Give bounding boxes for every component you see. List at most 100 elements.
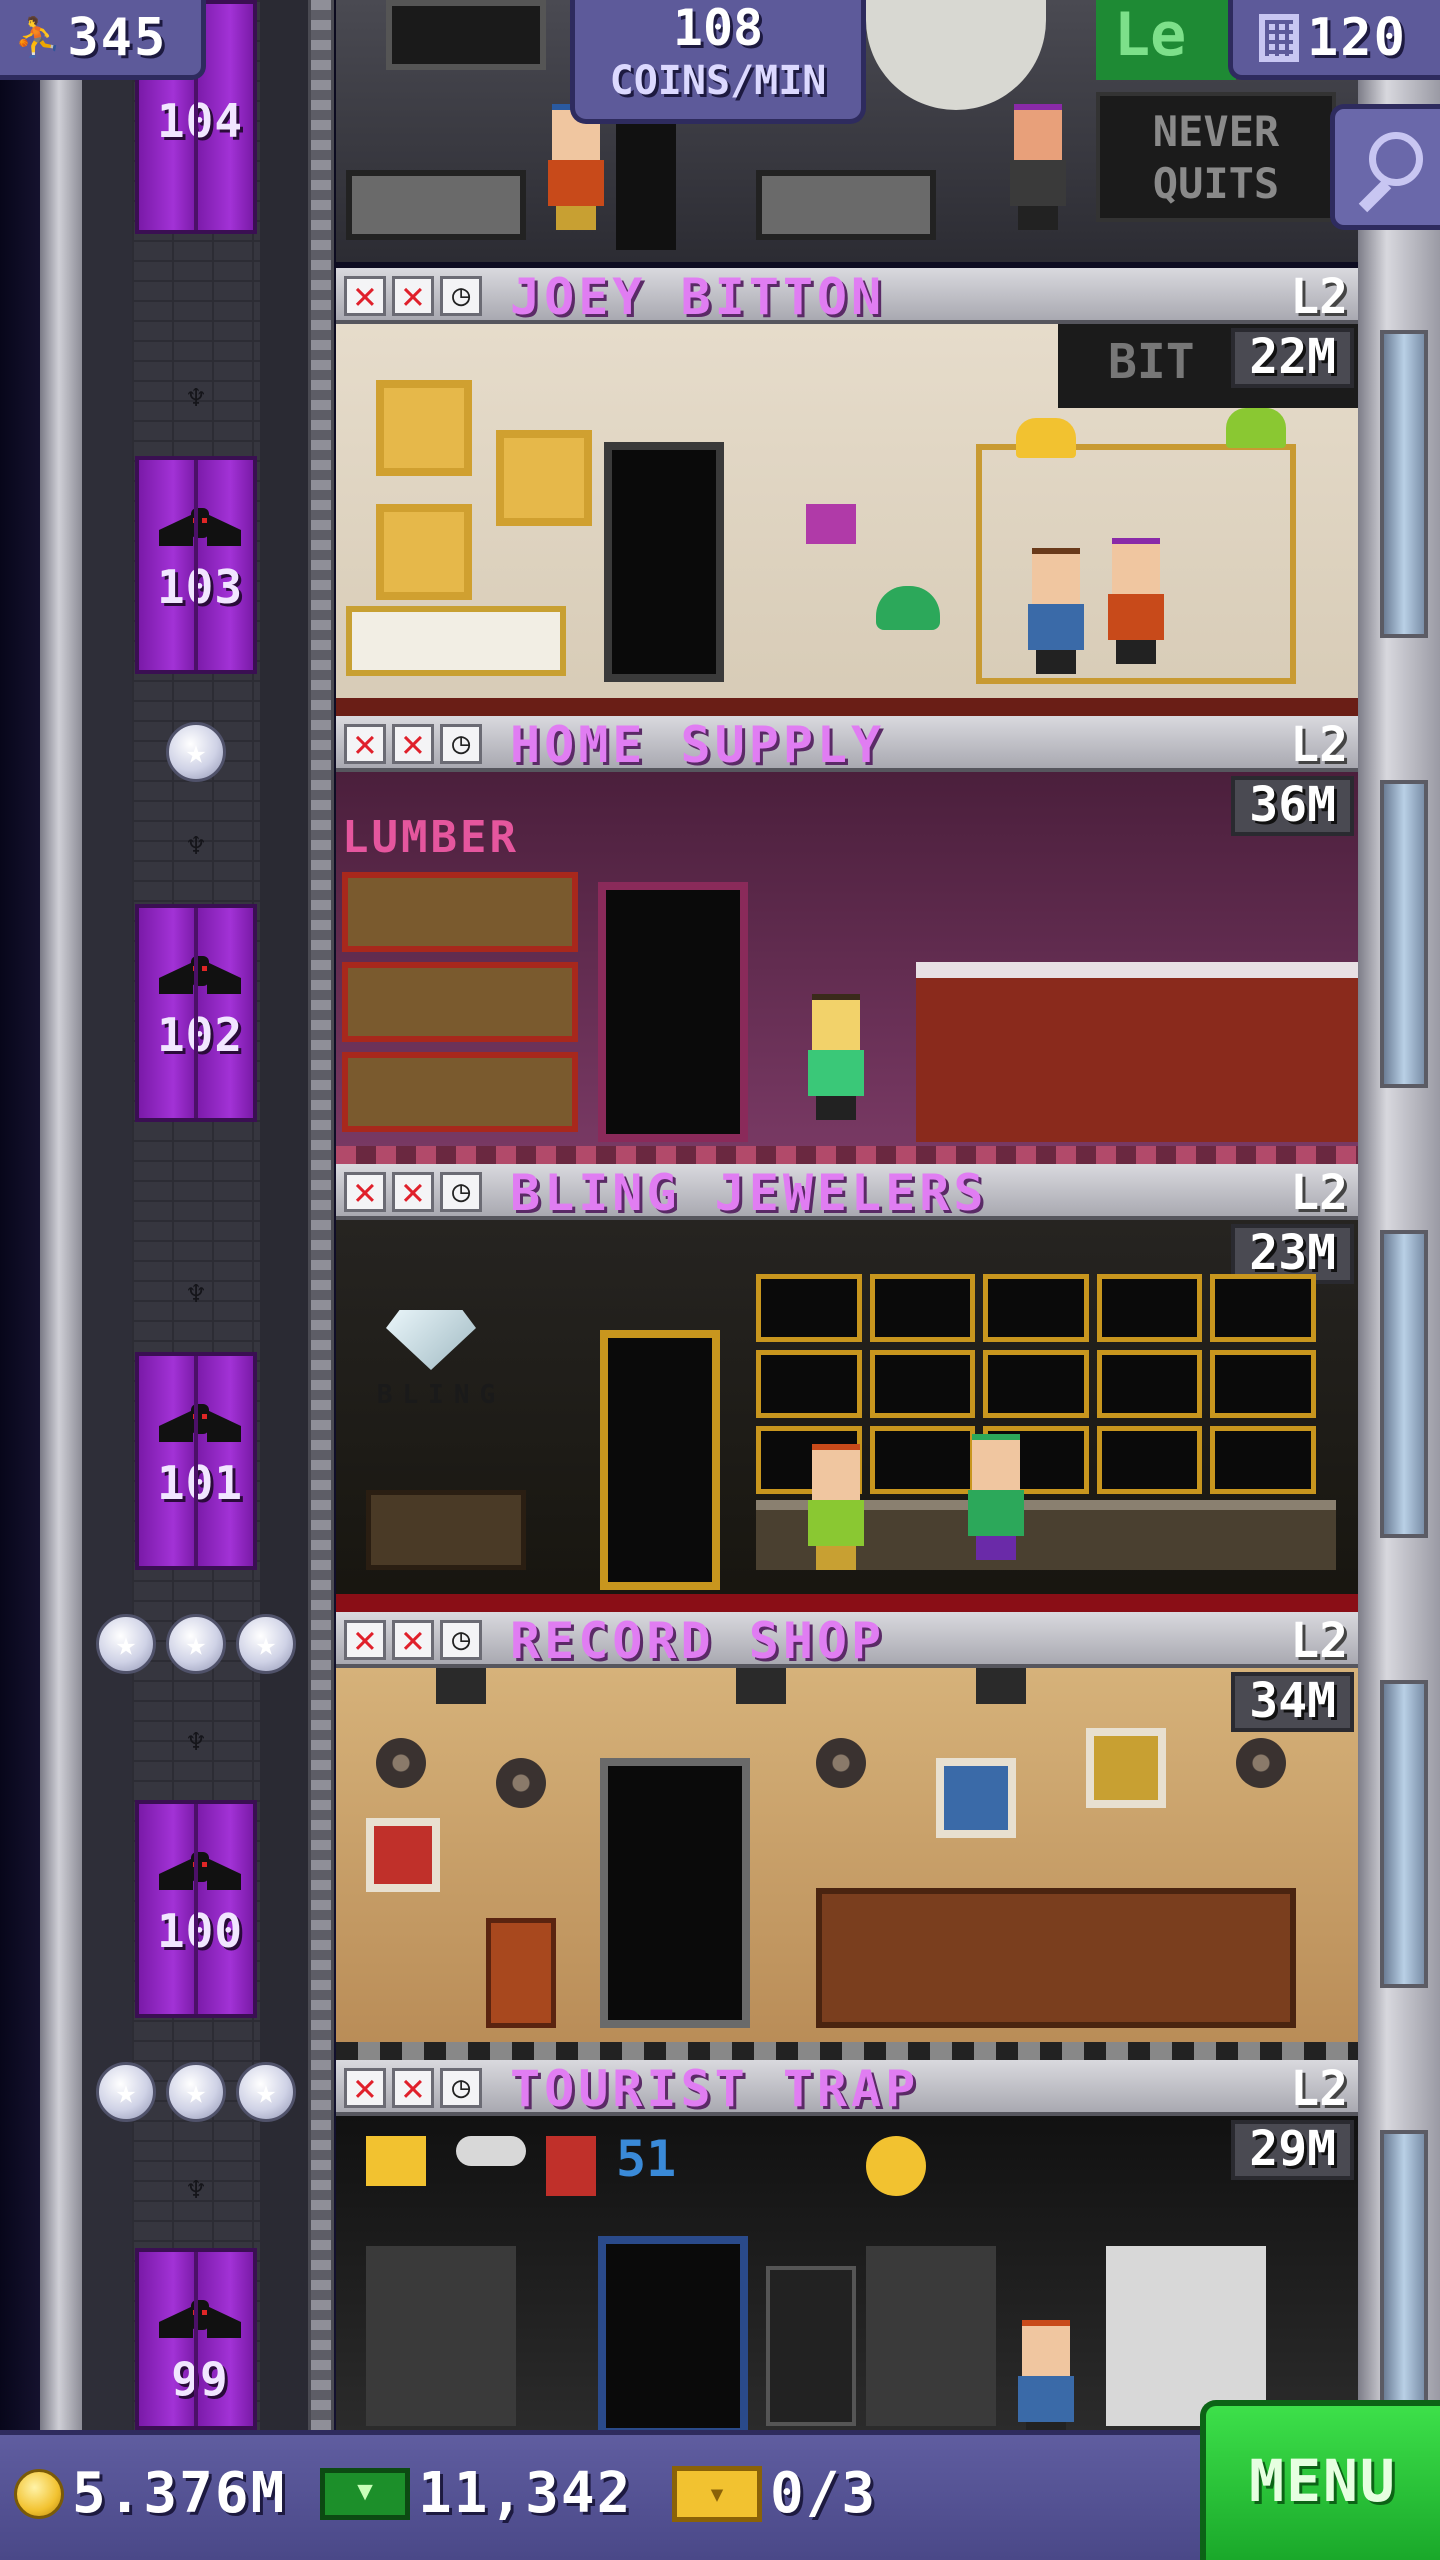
store-sign-text: LUMBER [342,812,519,863]
elevator-door-101[interactable]: 101 [135,1352,257,1570]
bitizen[interactable] [1016,2320,1076,2430]
floor-header: ✕ ✕ ◷ JOEY BITTON L2 [336,268,1358,324]
souvenir [866,2136,926,2196]
floor-level: L2 [1290,717,1348,773]
golden-tickets[interactable]: ▾ 0/3 [672,2461,877,2526]
trash-can [486,1918,556,2028]
floor-99[interactable]: ✕ ✕ ◷ TOURIST TRAP L2 29M 51 [336,2060,1358,2430]
side-window [1380,2130,1428,2438]
doorway [604,442,724,682]
handbag [1016,418,1076,458]
coins-per-min-label: COINS/MIN [609,58,827,104]
stock-amount: 22M [1231,328,1354,388]
clock-icon: ◷ [440,1172,482,1212]
building-frame-right [1358,0,1440,2438]
store-sign-text: BIT [1108,334,1195,390]
framed-picture [1086,1728,1166,1808]
floor-100[interactable]: ✕ ✕ ◷ RECORD SHOP L2 34M [336,1612,1358,2060]
record-bin [816,1888,1296,2028]
game-screen: 104 ♆ 103 ★ ♆ 102 ♆ 101 ★ ★ ★ ♆ 100 ★ ★ … [0,0,1440,2560]
handbag [1226,408,1286,448]
elevator-door-102[interactable]: 102 [135,904,257,1122]
floor-101[interactable]: ✕ ✕ ◷ BLING JEWELERS L2 23M BLING [336,1164,1358,1612]
elevator-hook-icon: ♆ [186,1277,206,1312]
floor-scene[interactable]: 34M [336,1668,1358,2060]
golden-ticket-icon: ▾ [672,2465,762,2522]
vinyl-record [816,1738,866,1788]
floor-scene[interactable]: 29M 51 [336,2116,1358,2430]
elevator-door-100[interactable]: 100 [135,1800,257,2018]
floor-102[interactable]: ✕ ✕ ◷ HOME SUPPLY L2 36M LUMBER [336,716,1358,1164]
x-icon: ✕ [392,1620,434,1660]
floor-level: L2 [1290,1613,1348,1669]
elevator-hook-icon: ♆ [186,829,206,864]
side-window [1380,1680,1428,1988]
clock-icon: ◷ [440,724,482,764]
x-icon: ✕ [344,276,386,316]
sign-partial: Le [1096,0,1236,80]
floor-name: TOURIST TRAP [510,2060,920,2118]
elevator-hook-icon: ♆ [186,1725,206,1760]
tool-counter [916,962,1358,1142]
bitizen[interactable] [806,1444,866,1570]
elevator-door-103[interactable]: 103 [135,456,257,674]
stock-amount: 29M [1231,2120,1354,2180]
banner-line-1: NEVER [1152,107,1280,156]
bitizen[interactable] [1026,548,1086,674]
counter [756,170,936,240]
floor-103[interactable]: ✕ ✕ ◷ JOEY BITTON L2 BIT 22M [336,268,1358,716]
bitizen[interactable] [1106,538,1166,664]
search-button[interactable] [1330,104,1440,230]
doorway [600,1758,750,2028]
poster [1106,2246,1266,2426]
bitizen[interactable] [806,994,866,1120]
elevator-floor-number: 101 [156,1456,244,1510]
stock-status: ✕ ✕ ◷ [344,2068,482,2108]
floor-scene[interactable]: 23M BLING [336,1220,1358,1612]
bitizen[interactable] [1008,104,1068,230]
coins-per-min-value: 108 [672,0,764,57]
banner-line-2: QUITS [1152,159,1280,208]
ceiling-lamp [736,1668,786,1704]
souvenir-shelf [366,2246,516,2426]
floor-counter[interactable]: 120 [1228,0,1440,80]
x-icon: ✕ [344,2068,386,2108]
souvenir: 51 [616,2130,677,2188]
framed-picture [376,504,472,600]
floor-scene[interactable]: 36M LUMBER [336,772,1358,1164]
floor-header: ✕ ✕ ◷ RECORD SHOP L2 [336,1612,1358,1668]
star-icon: ★ [166,722,226,782]
star-icon: ★ [96,2062,156,2122]
x-icon: ✕ [392,276,434,316]
tickets-value: 0/3 [770,2461,878,2526]
clock-icon: ◷ [440,1620,482,1660]
floor-scene[interactable]: BIT 22M [336,324,1358,716]
x-icon: ✕ [392,1172,434,1212]
x-icon: ✕ [392,724,434,764]
elevator-door-99[interactable]: 99 [135,2248,257,2430]
display-case [346,606,566,676]
bux-balance[interactable]: 11,342 [320,2461,632,2526]
bat-icon [159,508,241,548]
star-icon: ★ [236,1614,296,1674]
star-icon: ★ [166,2062,226,2122]
person-icon: ⛹ [14,15,62,59]
coins-per-min-panel[interactable]: 108 COINS/MIN [570,0,866,124]
floor-count-value: 120 [1307,7,1407,68]
menu-button[interactable]: MENU [1200,2400,1440,2560]
souvenir [546,2136,596,2196]
star-icon: ★ [236,2062,296,2122]
side-window [1380,1230,1428,1538]
floor-level: L2 [1290,2061,1348,2117]
x-icon: ✕ [344,1620,386,1660]
vinyl-record [1236,1738,1286,1788]
bitizen[interactable] [546,104,606,230]
population-counter[interactable]: ⛹ 345 [0,0,206,80]
bitizen[interactable] [966,1434,1026,1560]
bat-icon [159,2300,241,2340]
coins-balance[interactable]: 5.376M [14,2461,286,2526]
clock-icon: ◷ [440,276,482,316]
diamond-icon [386,1310,476,1370]
star-rating: ★ [166,722,226,784]
clock-decoration [866,0,1046,110]
